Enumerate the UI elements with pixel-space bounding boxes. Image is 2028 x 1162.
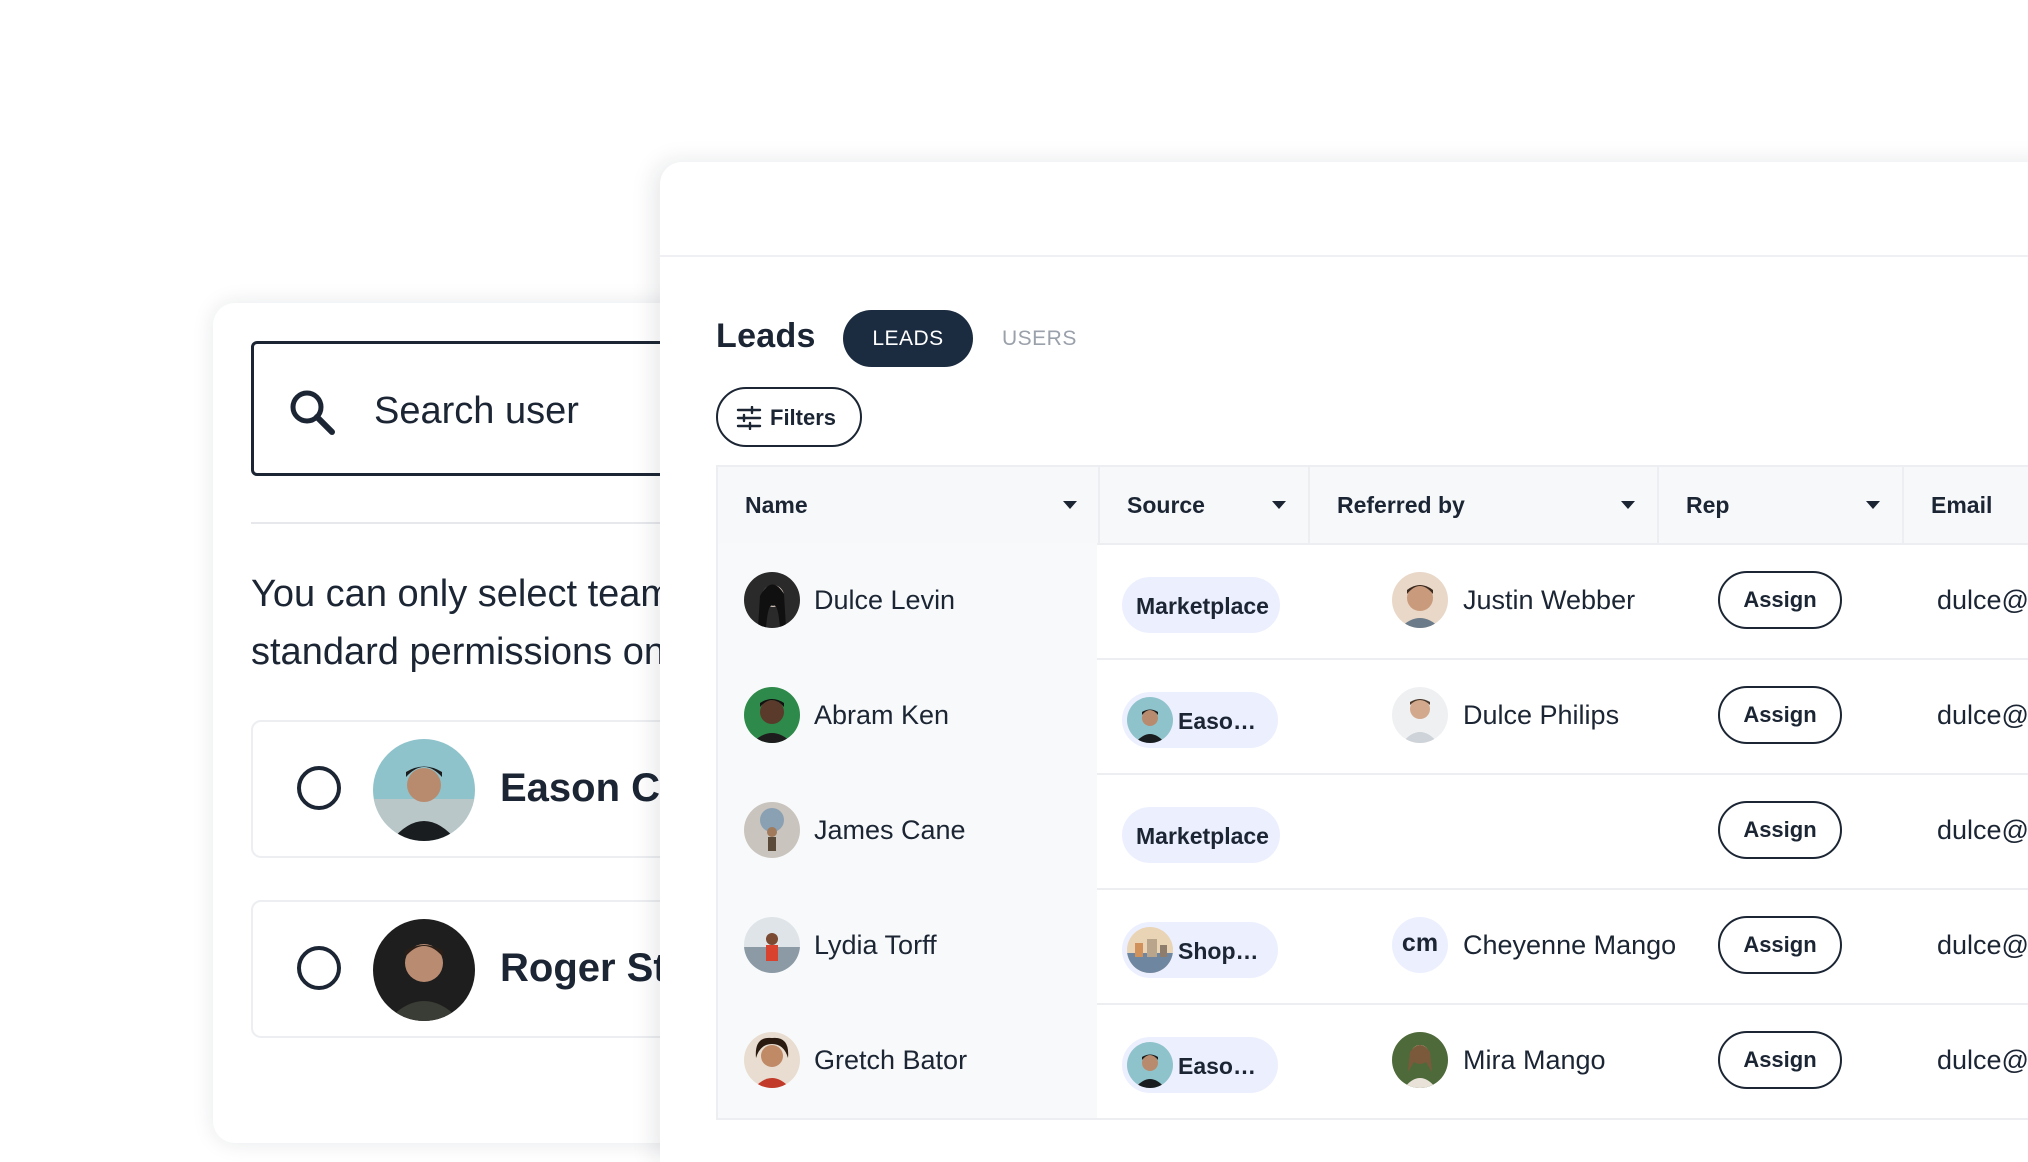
avatar [1127,1042,1173,1088]
tab-leads[interactable]: LEADS [843,310,973,367]
avatar [1392,687,1448,743]
source-chip: Shop… [1122,922,1278,978]
radio-button[interactable] [297,946,341,990]
column-header-name[interactable]: Name [716,467,1100,543]
avatar [373,739,475,841]
filters-button[interactable]: Filters [716,387,862,447]
table-row[interactable]: Abram Ken Easo… Dulce Philips Assign dul… [716,658,2028,775]
store-icon [1127,927,1173,973]
page-title: Leads [716,317,816,355]
divider [660,255,2028,257]
referrer-name: Mira Mango [1463,1045,1606,1075]
referrer-name: Cheyenne Mango [1463,930,1677,960]
name-cell: James Cane [716,773,1097,888]
lead-name: Gretch Bator [814,1045,968,1075]
avatar [744,802,800,858]
sliders-icon [736,406,762,430]
avatar [744,572,800,628]
email: dulce@ [1937,815,2028,845]
caret-down-icon[interactable] [1272,501,1286,509]
caret-down-icon[interactable] [1621,501,1635,509]
assign-button[interactable]: Assign [1718,686,1842,744]
referrer-name: Dulce Philips [1463,700,1620,730]
assign-button[interactable]: Assign [1718,916,1842,974]
source-chip: Marketplace [1122,577,1280,633]
column-header-referred-by[interactable]: Referred by [1310,467,1659,543]
lead-name: James Cane [814,815,966,845]
avatar [744,1032,800,1088]
name-cell: Abram Ken [716,658,1097,773]
column-header-source[interactable]: Source [1100,467,1310,543]
email: dulce@ [1937,700,2028,730]
search-icon [290,390,335,435]
leads-panel: Leads LEADS USERS Filters Name Source Re… [660,162,2028,1162]
table-row[interactable]: James Cane Marketplace Assign dulce@ [716,773,2028,890]
search-placeholder: Search user [374,390,579,432]
caret-down-icon[interactable] [1063,501,1077,509]
lead-name: Abram Ken [814,700,950,730]
email: dulce@ [1937,930,2028,960]
avatar [744,687,800,743]
avatar [1392,572,1448,628]
email: dulce@ [1937,1045,2028,1075]
table-row[interactable]: Gretch Bator Easo… Mira Mango Assign dul… [716,1003,2028,1120]
caret-down-icon[interactable] [1866,501,1880,509]
avatar [744,917,800,973]
initials-avatar: cm [1392,917,1448,973]
table-row[interactable]: Dulce Levin Marketplace Justin Webber As… [716,543,2028,660]
filters-label: Filters [770,405,837,430]
source-chip: Marketplace [1122,807,1280,863]
name-cell: Dulce Levin [716,543,1097,658]
source-chip: Easo… [1122,692,1278,748]
lead-name: Lydia Torff [814,930,937,960]
tab-users[interactable]: USERS [1002,310,1077,367]
radio-button[interactable] [297,766,341,810]
column-header-rep[interactable]: Rep [1659,467,1904,543]
table-header: Name Source Referred by Rep Email [716,465,2028,545]
assign-button[interactable]: Assign [1718,801,1842,859]
source-chip: Easo… [1122,1037,1278,1093]
email: dulce@ [1937,585,2028,615]
table-row[interactable]: Lydia Torff Shop… cm Cheyenne Mango Assi… [716,888,2028,1005]
name-cell: Gretch Bator [716,1003,1097,1118]
lead-name: Dulce Levin [814,585,956,615]
assign-button[interactable]: Assign [1718,1031,1842,1089]
avatar [1127,697,1173,743]
name-cell: Lydia Torff [716,888,1097,1003]
column-header-email[interactable]: Email [1904,467,2028,543]
avatar [1392,1032,1448,1088]
assign-button[interactable]: Assign [1718,571,1842,629]
avatar [373,919,475,1021]
referrer-name: Justin Webber [1463,585,1636,615]
